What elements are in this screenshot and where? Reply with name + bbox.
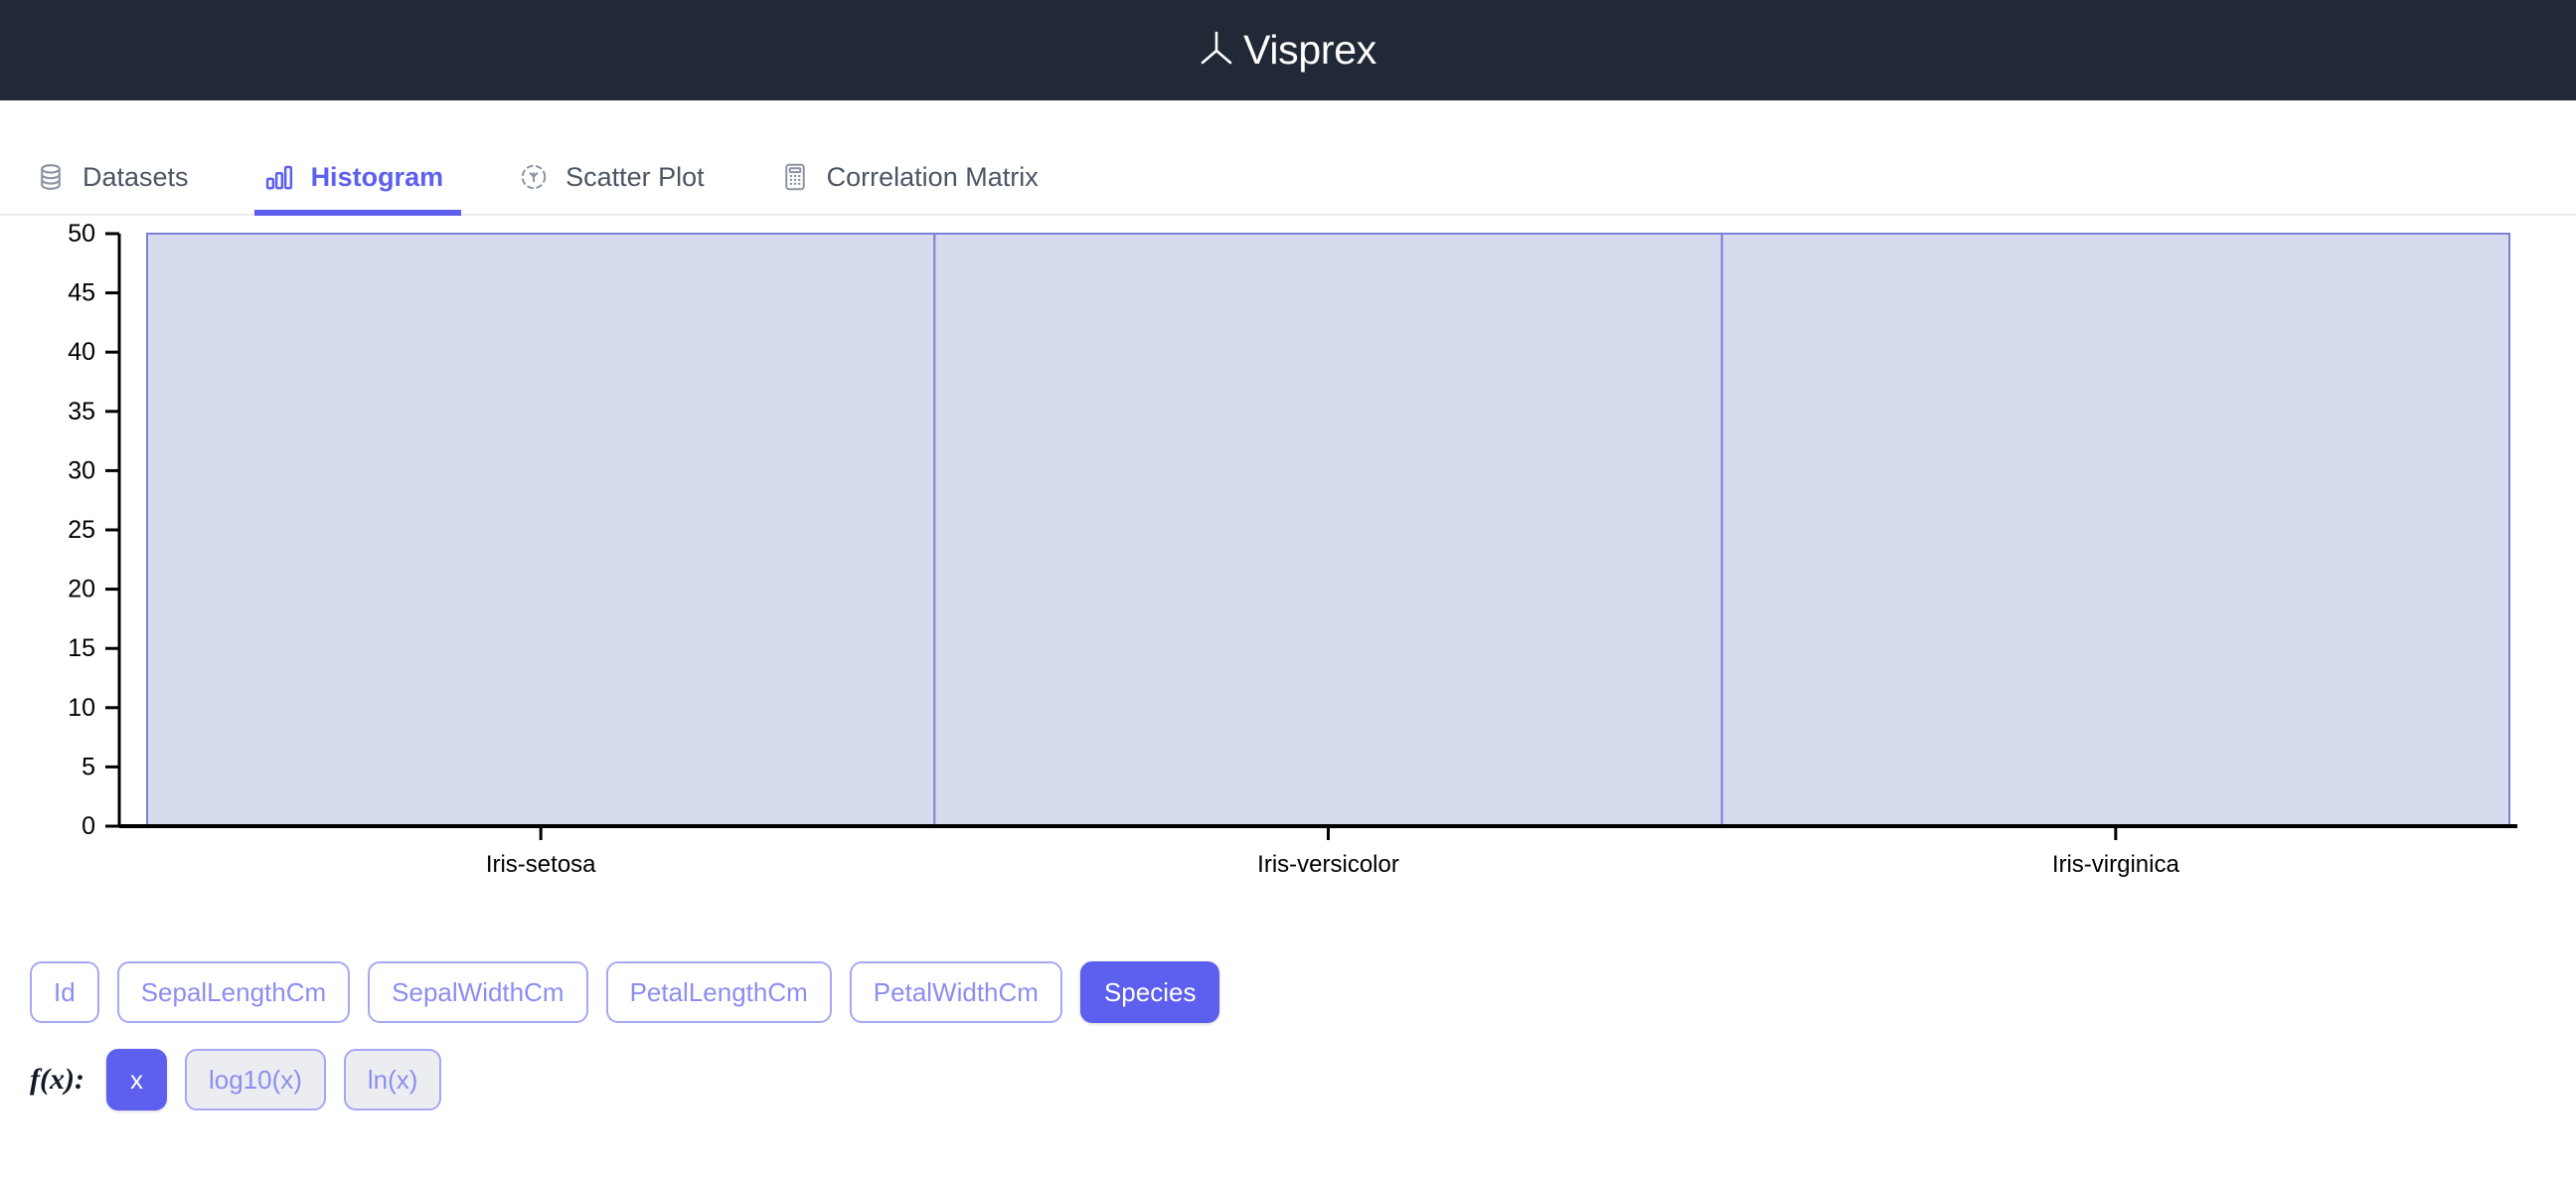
column-selector: Id SepalLengthCm SepalWidthCm PetalLengthCm… xyxy=(30,961,2576,1023)
controls: Id SepalLengthCm SepalWidthCm PetalLengthCm… xyxy=(0,932,2576,1111)
column-pill-id[interactable]: Id xyxy=(30,961,99,1023)
column-pill-petalwidthcm[interactable]: PetalWidthCm xyxy=(849,961,1062,1023)
column-pill-sepallengthcm[interactable]: SepalLengthCm xyxy=(116,961,351,1023)
app-header: Visprex xyxy=(0,0,2576,100)
column-pill-petallengthcm[interactable]: PetalLengthCm xyxy=(605,961,832,1023)
y-tick-label: 40 xyxy=(68,338,95,366)
y-tick-label: 50 xyxy=(68,220,95,248)
transform-option-x[interactable]: x xyxy=(105,1049,167,1111)
tab-correlation-matrix[interactable]: Correlation Matrix xyxy=(770,160,1056,216)
y-tick-label: 20 xyxy=(68,576,95,603)
tab-histogram[interactable]: Histogram xyxy=(253,160,462,216)
y-tick-label: 25 xyxy=(68,516,95,544)
histogram-svg[interactable]: 0 5 10 15 20 25 30 35 40 45 50 Iris-setosa Iris-vers… xyxy=(0,216,2576,932)
y-tick-label: 35 xyxy=(68,398,95,426)
y-tick-label: 0 xyxy=(81,812,95,840)
scatter-plot-icon xyxy=(517,160,551,194)
y-tick-label: 30 xyxy=(68,456,95,484)
y-tick-label: 5 xyxy=(81,753,95,780)
histogram-bar[interactable] xyxy=(1720,233,2510,827)
tab-datasets[interactable]: Datasets xyxy=(26,160,207,216)
visprex-trident-logo-icon xyxy=(1200,29,1233,72)
histogram-bar[interactable] xyxy=(933,233,1723,827)
histogram-bar[interactable] xyxy=(146,233,936,827)
transform-label: f(x): xyxy=(30,1063,84,1096)
transform-option-lnx[interactable]: ln(x) xyxy=(343,1049,442,1111)
y-tick-label: 45 xyxy=(68,279,95,307)
bar-chart-icon xyxy=(262,160,296,194)
brand-name: Visprex xyxy=(1243,27,1376,73)
histogram-chart: 0 5 10 15 20 25 30 35 40 45 50 Iris-setosa Iris-vers… xyxy=(0,216,2576,932)
transform-option-log10x[interactable]: log10(x) xyxy=(184,1049,326,1111)
x-tick-label: Iris-setosa xyxy=(486,851,596,878)
y-tick-label: 10 xyxy=(68,694,95,722)
tab-label: Scatter Plot xyxy=(565,161,705,192)
column-pill-species[interactable]: Species xyxy=(1079,961,1220,1023)
x-tick-label: Iris-virginica xyxy=(2052,851,2180,878)
tab-label: Histogram xyxy=(310,161,444,192)
brand: Visprex xyxy=(1200,29,1376,72)
tab-bar: Datasets Histogram Scatter Plot Correlat… xyxy=(0,100,2576,216)
x-tick-label: Iris-versicolor xyxy=(1257,851,1399,878)
calculator-icon xyxy=(778,160,812,194)
database-icon xyxy=(34,160,68,194)
tab-label: Correlation Matrix xyxy=(826,161,1039,192)
tab-scatter-plot[interactable]: Scatter Plot xyxy=(509,160,723,216)
transform-selector: f(x): x log10(x) ln(x) xyxy=(30,1049,2576,1111)
column-pill-sepalwidthcm[interactable]: SepalWidthCm xyxy=(368,961,588,1023)
y-tick-label: 15 xyxy=(68,634,95,662)
tab-label: Datasets xyxy=(82,161,189,192)
